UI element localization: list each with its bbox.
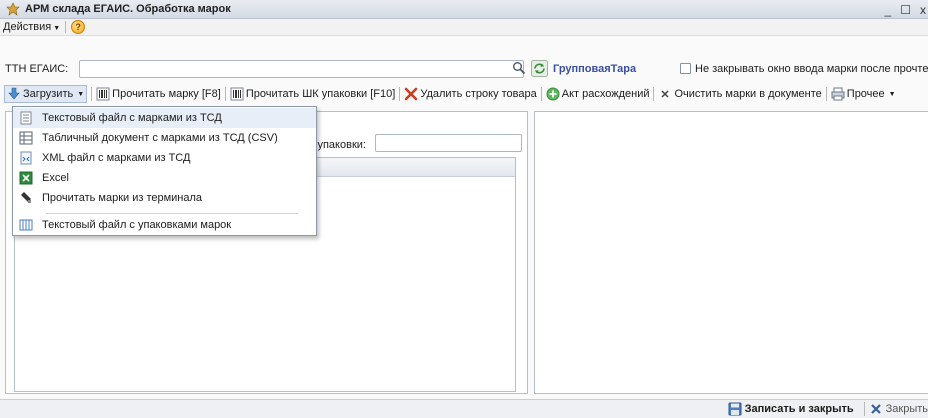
toolbar-divider <box>653 87 655 101</box>
pack-code-input[interactable] <box>375 134 522 152</box>
read-pack-label: Прочитать ШК упаковки [F10] <box>245 88 396 100</box>
menu-divider <box>65 21 67 33</box>
toolbar-divider <box>224 87 226 101</box>
ttn-label: ТТН ЕГАИС: <box>5 63 69 75</box>
other-menu-label: Прочее <box>846 88 885 100</box>
load-button-label: Загрузить <box>23 88 74 100</box>
help-icon[interactable]: ? <box>71 20 86 34</box>
save-close-button[interactable]: Записать и закрыть <box>728 402 854 416</box>
delete-row-label: Удалить строку товара <box>420 88 537 100</box>
load-button[interactable]: Загрузить ▼ <box>4 85 88 103</box>
delete-row-button[interactable]: Удалить строку товара <box>404 87 537 101</box>
toolbar-divider <box>91 87 93 101</box>
dropdown-item-excel[interactable]: Excel <box>13 168 316 188</box>
group-tara-link[interactable]: ГрупповаяТара <box>553 63 636 75</box>
dropdown-item-label: XML файл с марками из ТСД <box>42 152 191 164</box>
ttn-input[interactable] <box>79 60 524 78</box>
table-icon <box>19 131 33 145</box>
dropdown-item-xml[interactable]: XML файл с марками из ТСД <box>13 148 316 168</box>
actions-menu-label: Действия <box>3 21 52 33</box>
dropdown-item-csv[interactable]: Табличный документ с марками из ТСД (CSV… <box>13 128 316 148</box>
toolbar-divider <box>540 87 542 101</box>
other-menu-button[interactable]: Прочее ▼ <box>831 87 896 101</box>
app-icon <box>6 2 20 16</box>
dropdown-item-label: Табличный документ с марками из ТСД (CSV… <box>42 132 278 144</box>
dropdown-item-label: Прочитать марки из терминала <box>42 192 203 204</box>
dropdown-item-label: Excel <box>42 172 69 184</box>
keep-open-label: Не закрывать окно ввода марки после проч… <box>695 63 928 75</box>
read-pack-button[interactable]: Прочитать ШК упаковки [F10] <box>230 87 396 101</box>
dropdown-item-label: Текстовый файл с марками из ТСД <box>42 112 222 124</box>
read-mark-button[interactable]: Прочитать марку [F8] <box>96 87 221 101</box>
dropdown-item-label: Текстовый файл с упаковками марок <box>42 219 232 231</box>
dropdown-item-terminal[interactable]: Прочитать марки из терминала <box>13 188 316 208</box>
window-title: АРМ склада ЕГАИС. Обработка марок <box>25 3 231 15</box>
excel-icon <box>19 171 33 185</box>
footer-divider <box>863 402 865 416</box>
toolbar-divider <box>825 87 827 101</box>
pack-file-icon <box>19 219 33 231</box>
title-bar: АРМ склада ЕГАИС. Обработка марок _ ☐ x <box>0 0 928 19</box>
save-close-label: Записать и закрыть <box>744 403 854 415</box>
barcode-icon <box>230 87 244 101</box>
menu-bar: Действия ▼ ? <box>0 19 928 36</box>
toolbar-divider <box>399 87 401 101</box>
dropdown-item-packages[interactable]: Текстовый файл с упаковками марок <box>13 215 316 235</box>
chevron-down-icon: ▼ <box>53 25 61 32</box>
close-button[interactable]: Закрыть <box>869 402 928 416</box>
read-mark-label: Прочитать марку [F8] <box>112 88 221 100</box>
printer-icon <box>831 87 845 101</box>
dropdown-item-text-file[interactable]: Текстовый файл с марками из ТСД <box>13 108 316 128</box>
add-icon <box>546 87 560 101</box>
footer-bar: Записать и закрыть Закрыть <box>0 399 928 418</box>
chevron-down-icon: ▼ <box>77 90 85 98</box>
close-window-button[interactable]: x <box>920 3 926 17</box>
floppy-disk-icon <box>728 402 742 416</box>
clear-marks-button[interactable]: Очистить марки в документе <box>658 87 822 101</box>
search-icon[interactable] <box>512 61 526 75</box>
terminal-icon <box>21 192 31 203</box>
ttn-row: ТТН ЕГАИС: ГрупповаяТара Не закрывать ок… <box>0 60 928 78</box>
maximize-button[interactable]: ☐ <box>900 3 911 17</box>
load-dropdown-menu: Текстовый файл с марками из ТСД Табличны… <box>12 106 317 236</box>
minimize-button[interactable]: _ <box>885 3 892 17</box>
close-icon <box>870 404 881 414</box>
close-label: Закрыть <box>885 403 928 415</box>
discrepancy-act-label: Акт расхождений <box>561 88 650 100</box>
delete-icon <box>405 87 418 101</box>
toolbar: Загрузить ▼ Прочитать марку [F8] Прочитат… <box>0 84 928 104</box>
refresh-icon[interactable] <box>531 60 548 77</box>
text-file-icon <box>20 111 32 125</box>
xml-file-icon <box>20 151 32 165</box>
clear-marks-label: Очистить марки в документе <box>674 88 822 100</box>
dropdown-divider <box>46 213 298 214</box>
barcode-icon <box>96 87 110 101</box>
actions-menu[interactable]: Действия ▼ <box>3 21 60 33</box>
chevron-down-icon: ▼ <box>888 90 896 98</box>
keep-open-checkbox[interactable] <box>680 63 691 74</box>
download-arrow-icon <box>8 87 20 100</box>
window-controls: _ ☐ x <box>885 0 926 19</box>
right-panel <box>534 111 928 394</box>
clear-icon <box>661 90 670 98</box>
discrepancy-act-button[interactable]: Акт расхождений <box>546 87 650 101</box>
